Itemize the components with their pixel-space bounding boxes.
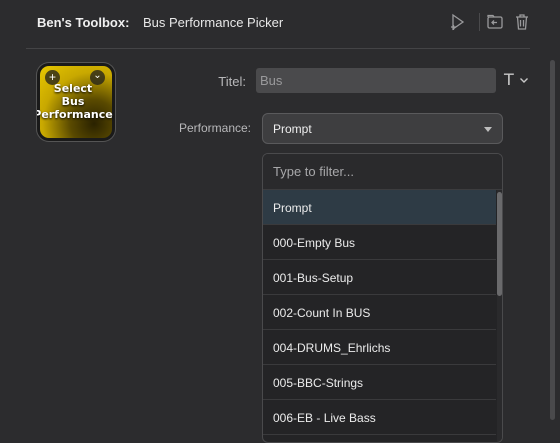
- play-test-icon[interactable]: [448, 12, 468, 32]
- option-item[interactable]: 002-Count In BUS: [263, 295, 496, 330]
- plugin-name: Bus Performance Picker: [143, 15, 284, 30]
- performance-select[interactable]: Prompt: [262, 113, 503, 144]
- dropdown-scroll-thumb[interactable]: [497, 192, 502, 296]
- option-item[interactable]: Prompt: [263, 190, 496, 225]
- title-format-icon[interactable]: T: [504, 70, 514, 89]
- thumbnail-add-icon[interactable]: +: [45, 70, 60, 85]
- option-list: Prompt 000-Empty Bus 001-Bus-Setup 002-C…: [263, 190, 496, 435]
- performance-label: Performance:: [178, 121, 251, 135]
- header-bar: Ben's Toolbox: Bus Performance Picker: [0, 0, 560, 46]
- option-item[interactable]: 001-Bus-Setup: [263, 260, 496, 295]
- option-item[interactable]: 006-EB - Live Bass: [263, 400, 496, 435]
- title-format-chevron-icon[interactable]: [519, 72, 529, 83]
- thumbnail-text: Select Bus Performance: [37, 82, 113, 121]
- option-item[interactable]: 005-BBC-Strings: [263, 365, 496, 400]
- key-thumbnail[interactable]: Select Bus Performance + ⌄: [37, 63, 115, 141]
- performance-dropdown: Prompt 000-Empty Bus 001-Bus-Setup 002-C…: [262, 153, 503, 443]
- filter-input[interactable]: [263, 154, 502, 190]
- title-input[interactable]: [256, 68, 496, 93]
- performance-selected-value: Prompt: [273, 122, 312, 136]
- thumbnail-menu-chevron-icon[interactable]: ⌄: [90, 70, 105, 85]
- brand-label: Ben's Toolbox:: [37, 15, 130, 30]
- import-icon[interactable]: [485, 12, 505, 32]
- header-divider: [26, 48, 530, 49]
- trash-icon[interactable]: [512, 12, 532, 32]
- dropdown-scrollbar[interactable]: [497, 190, 502, 442]
- option-item[interactable]: 004-DRUMS_Ehrlichs: [263, 330, 496, 365]
- select-caret-icon: [484, 127, 492, 132]
- option-item[interactable]: 000-Empty Bus: [263, 225, 496, 260]
- header-separator: [479, 13, 480, 31]
- window-scroll-thumb[interactable]: [550, 60, 555, 420]
- title-label: Titel:: [218, 74, 246, 89]
- window-scrollbar[interactable]: [550, 60, 555, 434]
